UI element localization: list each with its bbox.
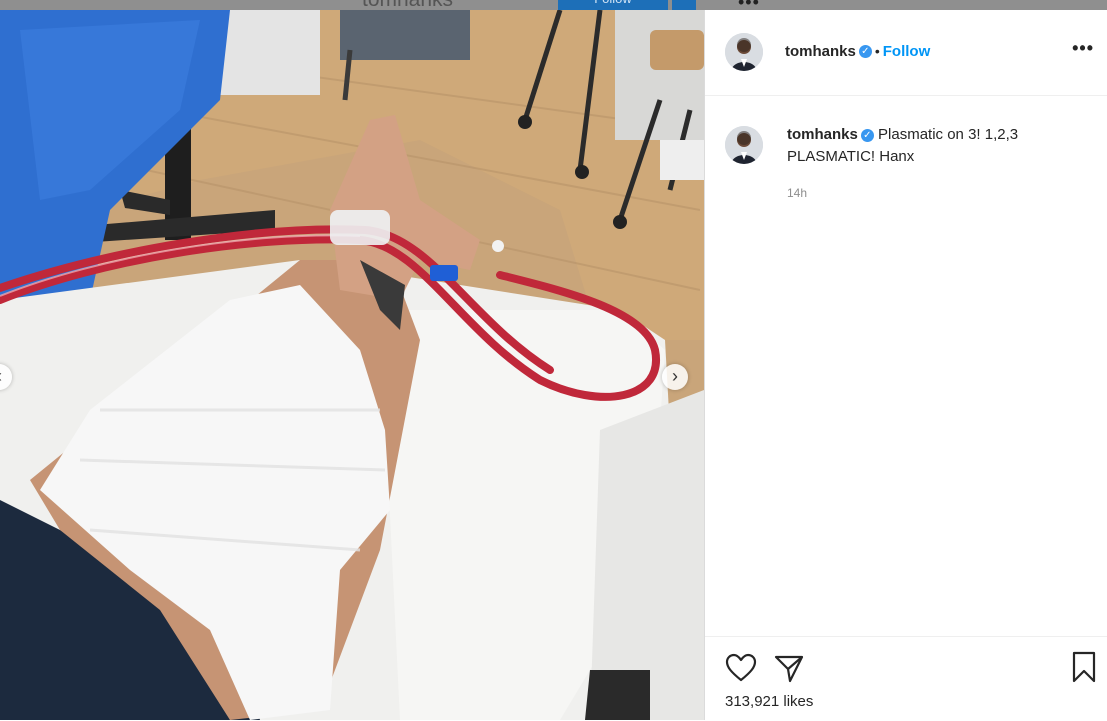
background-more-icon: ••• bbox=[738, 0, 760, 10]
more-icon[interactable]: ••• bbox=[1072, 38, 1094, 59]
avatar-image bbox=[725, 33, 763, 71]
verified-badge-icon: ✓ bbox=[858, 45, 872, 59]
heart-icon[interactable] bbox=[725, 653, 757, 683]
background-dropdown-button bbox=[672, 0, 696, 10]
post-photo: ‹ › bbox=[0, 10, 704, 720]
share-icon[interactable] bbox=[773, 652, 805, 684]
likes-count[interactable]: 313,921 likes bbox=[725, 693, 813, 710]
post-actions: 313,921 likes bbox=[705, 636, 1107, 721]
follow-button[interactable]: Follow bbox=[883, 43, 931, 60]
caption-verified-badge-icon: ✓ bbox=[860, 128, 874, 142]
bookmark-icon[interactable] bbox=[1071, 651, 1097, 683]
chevron-right-icon: › bbox=[672, 366, 678, 386]
background-page-strip: tomhanks Follow ••• bbox=[0, 0, 1107, 10]
caption-avatar-image bbox=[725, 126, 763, 164]
post-side-panel: tomhanks ✓ • Follow ••• tomhanks ✓ Plasmatic… bbox=[704, 10, 1107, 720]
background-username: tomhanks bbox=[362, 0, 453, 10]
header-separator: • bbox=[874, 43, 880, 59]
post-header: tomhanks ✓ • Follow ••• bbox=[705, 10, 1107, 96]
background-follow-button: Follow bbox=[558, 0, 668, 10]
avatar[interactable] bbox=[725, 33, 763, 71]
photo-illustration bbox=[0, 10, 704, 720]
post-timestamp[interactable]: 14h bbox=[787, 186, 807, 200]
caption-username[interactable]: tomhanks bbox=[787, 126, 858, 143]
caption-avatar[interactable] bbox=[725, 126, 763, 164]
post-caption: tomhanks ✓ Plasmatic on 3! 1,2,3 PLASMATI… bbox=[787, 124, 1087, 168]
header-username[interactable]: tomhanks bbox=[785, 43, 856, 60]
post-header-meta: tomhanks ✓ • Follow bbox=[785, 43, 930, 61]
carousel-next-button[interactable]: › bbox=[662, 364, 688, 390]
chevron-left-icon: ‹ bbox=[0, 366, 2, 386]
